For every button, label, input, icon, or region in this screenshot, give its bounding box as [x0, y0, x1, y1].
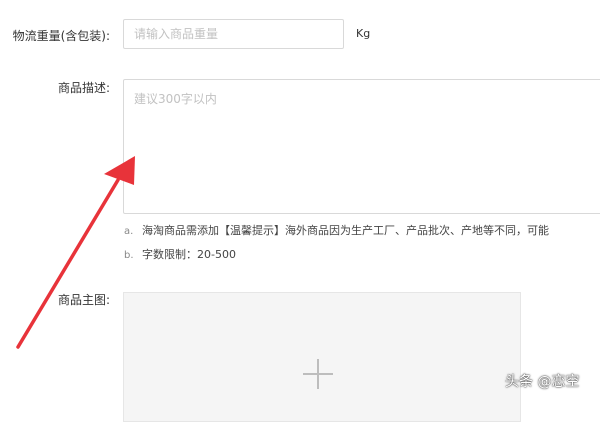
hint-text: 字数限制：20-500: [142, 248, 236, 261]
description-label: 商品描述:: [57, 81, 110, 95]
weight-label: 物流重量(含包装):: [12, 29, 110, 43]
description-hint-a: a. 海淘商品需添加【温馨提示】海外商品因为生产工厂、产品批次、产地等不同，可能: [124, 222, 549, 238]
plus-icon[interactable]: [303, 359, 333, 389]
hint-text: 海淘商品需添加【温馨提示】海外商品因为生产工厂、产品批次、产地等不同，可能: [142, 224, 549, 237]
description-textarea[interactable]: [123, 79, 600, 214]
weight-input[interactable]: [123, 19, 344, 49]
description-hint-b: b. 字数限制：20-500: [124, 246, 236, 262]
weight-unit: Kg: [356, 27, 371, 40]
hint-marker: b.: [124, 250, 134, 261]
hint-marker: a.: [124, 226, 134, 237]
main-image-upload[interactable]: [123, 292, 521, 422]
main-image-label: 商品主图:: [57, 293, 110, 307]
watermark: 头条 @恋空: [505, 374, 580, 390]
